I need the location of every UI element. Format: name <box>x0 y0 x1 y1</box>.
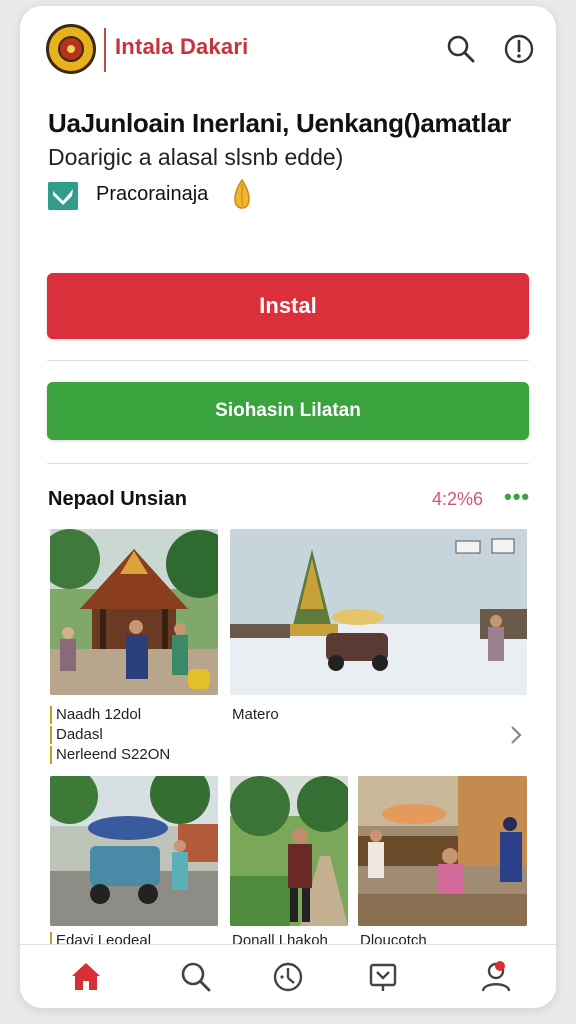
more-dots-icon[interactable]: ••• <box>504 484 530 510</box>
app-subtitle: Doarigic a alasal slsnb edde) <box>48 144 344 170</box>
home-icon[interactable] <box>66 957 106 997</box>
search-icon[interactable] <box>444 32 478 66</box>
gallery-title: Nepaol Unsian <box>48 488 187 510</box>
photo-caption: Nerleend S22ON <box>50 746 170 764</box>
hand-icon <box>234 178 250 209</box>
profile-icon[interactable] <box>476 957 516 997</box>
app-header: Intala Dakari <box>20 6 556 90</box>
divider <box>47 463 529 464</box>
install-button[interactable]: Instal <box>47 273 529 339</box>
bottom-navigation <box>20 944 556 1008</box>
photo-pagoda-plaza[interactable] <box>230 529 527 695</box>
photo-caption: Naadh 12dol <box>50 706 141 724</box>
message-icon[interactable] <box>363 957 403 997</box>
photo-garden-path[interactable] <box>230 776 348 926</box>
photo-caption: Matero <box>232 706 279 723</box>
seal-logo <box>46 24 96 74</box>
gallery-meta: 4:2%6 <box>432 489 484 509</box>
photo-rickshaw[interactable] <box>50 776 218 926</box>
secondary-action-button[interactable]: Siohasin Lilatan <box>47 382 529 440</box>
info-icon[interactable] <box>502 32 536 66</box>
developer-name[interactable]: Pracorainaja <box>96 183 208 206</box>
app-detail-screen: Intala Dakari UaJunloain Inerlani, Uenka… <box>20 6 556 1008</box>
chevron-right-icon[interactable] <box>506 724 526 746</box>
developer-badge-icon <box>48 182 78 210</box>
navigate-icon[interactable] <box>268 957 308 997</box>
app-name: UaJunloain Inerlani, Uenkang()amatlar <box>48 108 511 138</box>
header-divider <box>104 28 106 72</box>
app-title: Intala Dakari <box>115 34 249 59</box>
photo-caption: Dadasl <box>50 726 103 744</box>
photo-market[interactable] <box>358 776 527 926</box>
divider <box>47 360 529 361</box>
photo-pavilion[interactable] <box>50 529 218 695</box>
search-icon[interactable] <box>176 957 216 997</box>
